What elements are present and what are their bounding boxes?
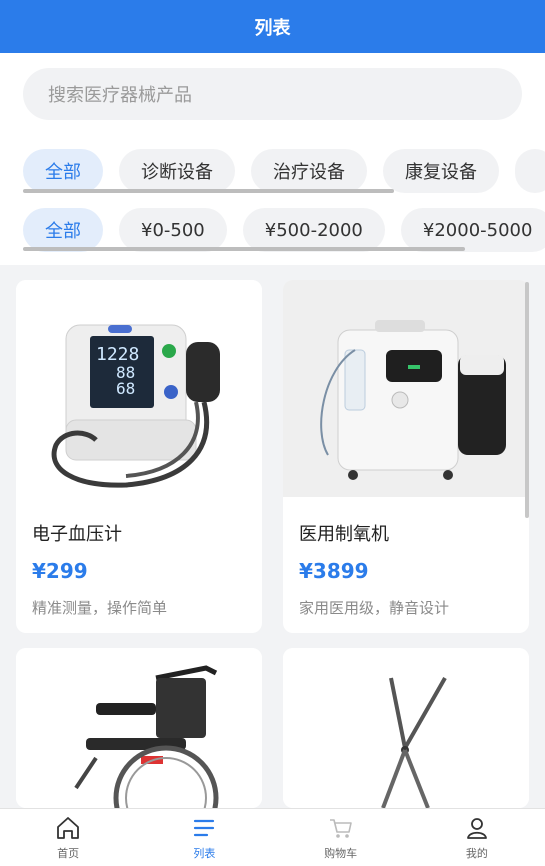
tab-label: 列表 <box>193 847 216 860</box>
tab-profile[interactable]: 我的 <box>409 809 545 866</box>
tab-cart[interactable]: 购物车 <box>273 809 409 866</box>
price-chip-all[interactable]: 全部 <box>23 208 103 252</box>
product-card[interactable] <box>16 648 262 808</box>
surgical-scissors-image <box>283 648 529 808</box>
price-scrollbar[interactable] <box>23 247 465 251</box>
product-card[interactable]: 1228 88 68 电子血压计 ¥299 精准测量，操作简单 <box>16 280 262 633</box>
product-price: ¥299 <box>32 559 88 583</box>
page-title: 列表 <box>254 17 291 39</box>
category-chip-all[interactable]: 全部 <box>23 149 103 193</box>
bottom-tab-bar: 首页 列表 购物车 我的 <box>0 808 545 866</box>
category-chip-rehab[interactable]: 康复设备 <box>383 149 499 193</box>
tab-label: 购物车 <box>324 847 358 860</box>
product-card[interactable] <box>283 648 529 808</box>
category-chip-more[interactable] <box>515 149 545 193</box>
home-icon <box>57 817 80 839</box>
tab-label: 我的 <box>465 847 488 860</box>
product-grid-scrollbar[interactable] <box>525 282 529 518</box>
product-name: 医用制氧机 <box>299 524 389 545</box>
tab-list[interactable]: 列表 <box>136 809 272 866</box>
blood-pressure-monitor-image: 1228 88 68 <box>16 280 262 497</box>
wheelchair-image <box>16 648 262 808</box>
oxygen-concentrator-image <box>283 280 529 497</box>
product-desc: 精准测量，操作简单 <box>32 599 168 617</box>
category-chip-treatment[interactable]: 治疗设备 <box>251 149 367 193</box>
product-desc: 家用医用级，静音设计 <box>299 599 450 617</box>
search-placeholder: 搜索医疗器械产品 <box>48 85 192 106</box>
page-header: 列表 <box>0 0 545 53</box>
category-chip-diagnostic[interactable]: 诊断设备 <box>119 149 235 193</box>
svg-text:68: 68 <box>116 379 135 398</box>
cart-icon <box>329 819 352 838</box>
tab-label: 首页 <box>57 847 80 860</box>
price-chip-2000-5000[interactable]: ¥2000-5000 <box>400 208 545 252</box>
svg-text:1228: 1228 <box>96 344 139 365</box>
user-icon <box>466 818 487 839</box>
price-chip-500-2000[interactable]: ¥500-2000 <box>242 208 385 252</box>
product-name: 电子血压计 <box>32 524 122 545</box>
product-card[interactable]: 医用制氧机 ¥3899 家用医用级，静音设计 <box>283 280 529 633</box>
category-scrollbar[interactable] <box>23 189 394 193</box>
product-price: ¥3899 <box>299 559 369 583</box>
price-chip-0-500[interactable]: ¥0-500 <box>119 208 227 252</box>
list-icon <box>194 819 215 837</box>
tab-home[interactable]: 首页 <box>0 809 136 866</box>
search-input[interactable]: 搜索医疗器械产品 <box>23 68 522 120</box>
